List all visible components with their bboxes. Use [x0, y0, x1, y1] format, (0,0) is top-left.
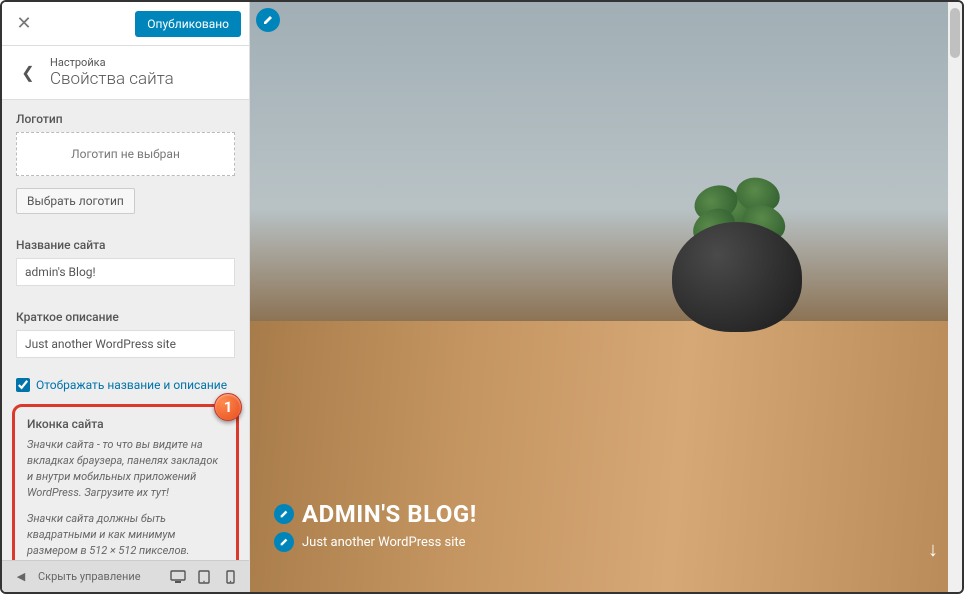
sidebar-body: Логотип Логотип не выбран Выбрать логоти… — [2, 100, 249, 560]
page-title: Свойства сайта — [50, 69, 174, 89]
site-preview: ADMIN'S BLOG! Just another WordPress sit… — [250, 2, 962, 592]
desktop-preview-icon[interactable] — [169, 568, 187, 586]
preview-scrollbar[interactable] — [948, 2, 962, 592]
display-title-checkbox-label: Отображать название и описание — [36, 378, 227, 392]
publish-button[interactable]: Опубликовано — [135, 11, 241, 37]
site-icon-section: Иконка сайта Значки сайта - то что вы ви… — [12, 404, 239, 560]
logo-label: Логотип — [2, 100, 249, 132]
tagline-label: Краткое описание — [2, 298, 249, 330]
site-icon-help-1: Значки сайта - то что вы видите на вклад… — [21, 437, 230, 511]
scrollbar-thumb[interactable] — [950, 8, 960, 58]
edit-shortcut-icon[interactable] — [274, 532, 294, 552]
back-chevron-icon[interactable]: ❮ — [16, 61, 40, 85]
site-icon-help-2: Значки сайта должны быть квадратными и к… — [21, 511, 230, 560]
sidebar-footer: ◀ Скрыть управление — [2, 560, 249, 592]
preview-tagline: Just another WordPress site — [302, 535, 466, 550]
hero-text: ADMIN'S BLOG! Just another WordPress sit… — [274, 500, 477, 552]
annotation-badge-1: 1 — [214, 393, 242, 421]
sidebar-header: ❮ Настройка Свойства сайта — [2, 46, 249, 100]
tagline-input[interactable] — [16, 330, 235, 358]
mobile-preview-icon[interactable] — [221, 568, 239, 586]
select-logo-button[interactable]: Выбрать логотип — [16, 188, 135, 214]
site-icon-label: Иконка сайта — [21, 415, 230, 437]
site-title-input[interactable] — [16, 258, 235, 286]
customizer-sidebar: ✕ Опубликовано ❮ Настройка Свойства сайт… — [2, 2, 250, 592]
site-title-label: Название сайта — [2, 226, 249, 258]
scroll-down-icon[interactable]: ↓ — [928, 537, 938, 562]
tablet-preview-icon[interactable] — [195, 568, 213, 586]
breadcrumb: Настройка — [50, 56, 174, 69]
display-title-checkbox[interactable] — [16, 378, 30, 392]
sidebar-topbar: ✕ Опубликовано — [2, 2, 249, 46]
edit-shortcut-icon[interactable] — [274, 504, 294, 524]
logo-placeholder: Логотип не выбран — [16, 132, 235, 176]
preview-site-title: ADMIN'S BLOG! — [302, 500, 477, 528]
hero-image-plant — [652, 172, 822, 332]
collapse-label[interactable]: Скрыть управление — [38, 570, 141, 583]
collapse-chevron-icon[interactable]: ◀ — [12, 568, 30, 586]
close-icon[interactable]: ✕ — [10, 10, 38, 38]
display-title-checkbox-row[interactable]: Отображать название и описание — [2, 370, 249, 404]
edit-shortcut-icon[interactable] — [256, 8, 280, 32]
